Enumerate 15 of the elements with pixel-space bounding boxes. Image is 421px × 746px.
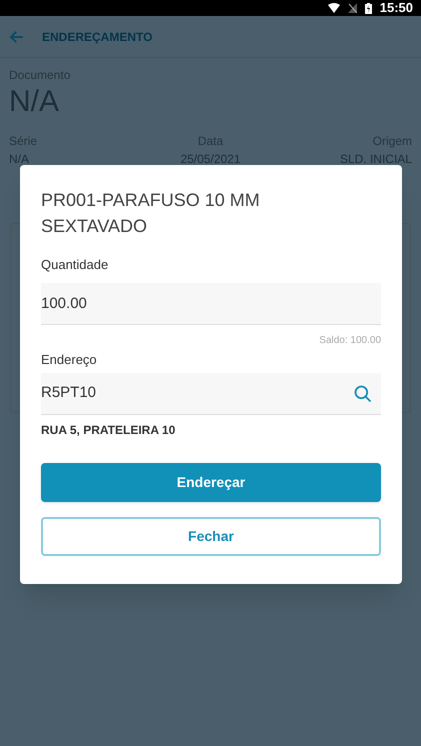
quantity-field[interactable]: 100.00 — [41, 282, 381, 324]
address-field[interactable]: R5PT10 — [41, 373, 381, 415]
field-label: Endereço — [41, 350, 98, 369]
clock: 15:50 — [380, 0, 413, 18]
no-signal-icon — [348, 3, 357, 13]
page-title: ENDEREÇAMENTO — [42, 28, 152, 46]
address-description: RUA 5, PRATELEIRA 10 — [41, 422, 176, 439]
secondary-button[interactable]: Fechar — [41, 517, 381, 556]
field-label: Quantidade — [41, 256, 110, 274]
wifi-icon — [328, 3, 340, 13]
dialog-title: PR001-PARAFUSO 10 MM SEXTAVADO — [41, 189, 261, 238]
balance-hint: Saldo: 100.00 — [318, 334, 381, 348]
battery-icon — [364, 2, 372, 14]
search-icon[interactable] — [353, 384, 373, 404]
primary-button[interactable]: Endereçar — [41, 463, 381, 502]
